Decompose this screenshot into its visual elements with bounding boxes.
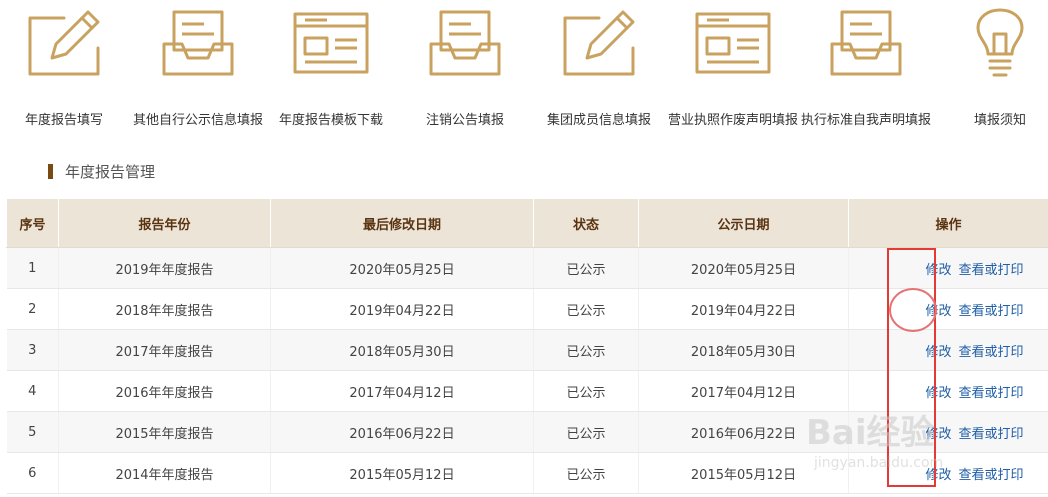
cell-year: 2014年年度报告 (58, 452, 271, 494)
section-title: 年度报告管理 (65, 163, 156, 181)
cell-modified: 2018年05月30日 (270, 329, 534, 371)
section-marker (48, 164, 53, 179)
table-row: 2 2018年年度报告 2019年04月22日 已公示 2019年04月22日 … (6, 288, 1048, 330)
cell-modified: 2016年06月22日 (270, 411, 534, 453)
cell-status: 已公示 (533, 452, 639, 494)
column-header-modified: 最后修改日期 (270, 198, 534, 248)
view-print-link[interactable]: 查看或打印 (959, 304, 1024, 319)
tool-label: 年度报告模板下载 (278, 113, 383, 128)
view-print-link[interactable]: 查看或打印 (959, 345, 1024, 360)
template-download-button[interactable]: 年度报告模板下载 (264, 0, 398, 140)
cell-modified: 2017年04月12日 (270, 370, 534, 412)
cell-modified: 2020年05月25日 (270, 247, 534, 289)
view-print-link[interactable]: 查看或打印 (959, 427, 1024, 442)
edit-link[interactable]: 修改 (925, 386, 951, 401)
cell-year: 2015年年度报告 (58, 411, 271, 453)
edit-link[interactable]: 修改 (925, 304, 951, 319)
view-print-link[interactable]: 查看或打印 (959, 263, 1024, 278)
column-header-year: 报告年份 (58, 198, 271, 248)
lightbulb-icon (976, 8, 1024, 77)
view-print-link[interactable]: 查看或打印 (959, 468, 1024, 483)
column-header-actions: 操作 (848, 198, 1048, 248)
cell-published: 2019年04月22日 (638, 288, 849, 330)
edit-link[interactable]: 修改 (925, 468, 951, 483)
tool-label: 集团成员信息填报 (546, 113, 651, 128)
browser-window-icon (695, 12, 771, 74)
inbox-tray-icon (162, 10, 234, 76)
table-row: 5 2015年年度报告 2016年06月22日 已公示 2016年06月22日 … (6, 411, 1048, 453)
table-row: 3 2017年年度报告 2018年05月30日 已公示 2018年05月30日 … (6, 329, 1048, 371)
cell-no: 3 (6, 329, 59, 371)
inbox-tray-icon (830, 10, 902, 76)
tool-label: 执行标准自我声明填报 (800, 113, 931, 128)
standard-self-declaration-fill-button[interactable]: 执行标准自我声明填报 (799, 0, 933, 140)
edit-link[interactable]: 修改 (925, 427, 951, 442)
report-toolbar: 年度报告填写 其他自行公示信息填报 年度报告模板下载 注销公告填报 集团成员信息… (0, 0, 1048, 140)
cell-status: 已公示 (533, 247, 639, 289)
cell-published: 2016年06月22日 (638, 411, 849, 453)
edit-link[interactable]: 修改 (925, 345, 951, 360)
tool-label: 营业执照作废声明填报 (667, 113, 798, 128)
table-header-row: 序号 报告年份 最后修改日期 状态 公示日期 操作 (6, 198, 1048, 248)
group-member-fill-button[interactable]: 集团成员信息填报 (532, 0, 666, 140)
cell-no: 5 (6, 411, 59, 453)
annual-report-table: 序号 报告年份 最后修改日期 状态 公示日期 操作 1 2019年年度报告 20… (6, 198, 1048, 494)
cell-actions: 修改 查看或打印 (848, 247, 1048, 289)
annual-report-fill-button[interactable]: 年度报告填写 (0, 0, 131, 140)
cell-year: 2016年年度报告 (58, 370, 271, 412)
cell-year: 2019年年度报告 (58, 247, 271, 289)
pencil-edit-icon (28, 10, 100, 76)
cell-modified: 2015年05月12日 (270, 452, 534, 494)
tool-label: 注销公告填报 (425, 113, 504, 128)
column-header-published: 公示日期 (638, 198, 849, 248)
cell-published: 2015年05月12日 (638, 452, 849, 494)
table-row: 4 2016年年度报告 2017年04月12日 已公示 2017年04月12日 … (6, 370, 1048, 412)
cell-actions: 修改 查看或打印 (848, 329, 1048, 371)
table-row: 6 2014年年度报告 2015年05月12日 已公示 2015年05月12日 … (6, 452, 1048, 494)
cell-actions: 修改 查看或打印 (848, 452, 1048, 494)
cell-no: 6 (6, 452, 59, 494)
cell-published: 2017年04月12日 (638, 370, 849, 412)
cell-published: 2020年05月25日 (638, 247, 849, 289)
cell-no: 4 (6, 370, 59, 412)
tool-label: 填报须知 (973, 113, 1026, 128)
cell-actions: 修改 查看或打印 (848, 288, 1048, 330)
cell-published: 2018年05月30日 (638, 329, 849, 371)
cell-no: 1 (6, 247, 59, 289)
cell-actions: 修改 查看或打印 (848, 370, 1048, 412)
column-header-no: 序号 (6, 198, 59, 248)
browser-window-icon (293, 12, 369, 74)
cell-modified: 2019年04月22日 (270, 288, 534, 330)
column-header-status: 状态 (533, 198, 639, 248)
cell-year: 2017年年度报告 (58, 329, 271, 371)
other-disclosure-fill-button[interactable]: 其他自行公示信息填报 (131, 0, 265, 140)
cell-status: 已公示 (533, 329, 639, 371)
cancellation-notice-fill-button[interactable]: 注销公告填报 (398, 0, 532, 140)
cell-actions: 修改 查看或打印 (848, 411, 1048, 453)
license-void-statement-fill-button[interactable]: 营业执照作废声明填报 (666, 0, 800, 140)
cell-status: 已公示 (533, 411, 639, 453)
cell-no: 2 (6, 288, 59, 330)
view-print-link[interactable]: 查看或打印 (959, 386, 1024, 401)
tool-label: 其他自行公示信息填报 (132, 113, 263, 128)
pencil-edit-icon (563, 10, 635, 76)
fill-instructions-button[interactable]: 填报须知 (933, 0, 1048, 140)
tool-label: 年度报告填写 (24, 113, 103, 128)
cell-year: 2018年年度报告 (58, 288, 271, 330)
edit-link[interactable]: 修改 (925, 263, 951, 278)
cell-status: 已公示 (533, 370, 639, 412)
inbox-tray-icon (429, 10, 501, 76)
cell-status: 已公示 (533, 288, 639, 330)
table-row: 1 2019年年度报告 2020年05月25日 已公示 2020年05月25日 … (6, 247, 1048, 289)
